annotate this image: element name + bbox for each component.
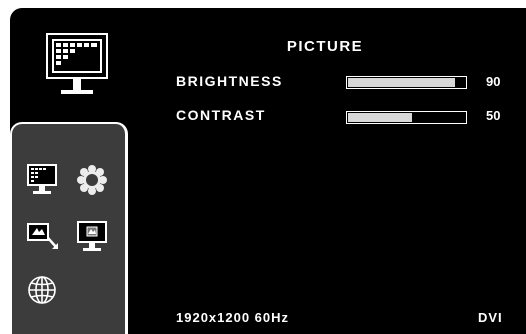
contrast-label[interactable]: CONTRAST: [176, 107, 266, 123]
menu-title: PICTURE: [286, 38, 364, 55]
sidebar: [10, 122, 128, 334]
resolution-status: 1920x1200 60Hz: [176, 310, 290, 325]
display-position-icon[interactable]: [76, 220, 108, 252]
osd-menu: PICTURE BRIGHTNESS 90 CONTRAST 50 1920x1…: [0, 0, 526, 334]
input-source-status: DVI: [478, 310, 503, 325]
brightness-slider[interactable]: [346, 76, 467, 89]
language-globe-icon[interactable]: [26, 274, 58, 306]
picture-menu-icon[interactable]: [26, 163, 58, 195]
contrast-slider-fill: [348, 113, 413, 122]
contrast-slider[interactable]: [346, 111, 467, 124]
brightness-slider-fill: [348, 78, 456, 87]
contrast-value: 50: [486, 108, 501, 123]
brightness-value: 90: [486, 74, 501, 89]
input-source-icon[interactable]: [26, 222, 60, 252]
monitor-picture-icon: [46, 33, 108, 94]
color-settings-icon[interactable]: [76, 164, 108, 196]
brightness-label[interactable]: BRIGHTNESS: [176, 73, 283, 89]
